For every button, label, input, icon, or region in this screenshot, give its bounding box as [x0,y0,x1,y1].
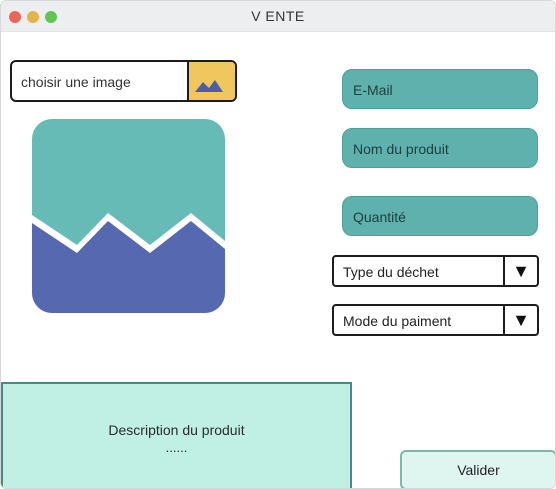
image-picker[interactable]: choisir une image [10,60,237,102]
quantity-field-label: Quantité [353,209,406,225]
product-description-field[interactable]: Description du produit ...... [1,382,352,488]
chevron-down-icon[interactable]: ▼ [503,257,537,285]
email-field-label: E-Mail [353,82,393,98]
waste-type-select[interactable]: Type du déchet ▼ [332,255,539,287]
window-title: V ENTE [251,8,305,24]
chevron-down-icon[interactable]: ▼ [503,306,537,334]
app-window: V ENTE choisir une image E-Mail Nom du p… [0,0,556,489]
image-preview-placeholder [32,119,225,313]
image-picker-label: choisir une image [21,74,131,90]
validate-button[interactable]: Valider [400,450,555,488]
description-label: Description du produit [108,422,245,438]
product-name-field-label: Nom du produit [353,141,449,157]
payment-mode-select[interactable]: Mode du paiment ▼ [332,304,539,336]
browse-image-button[interactable] [187,62,235,100]
email-field[interactable]: E-Mail [342,69,538,109]
product-name-field[interactable]: Nom du produit [342,128,538,168]
description-ellipsis: ...... [165,440,188,455]
waste-type-select-label: Type du déchet [343,264,439,280]
title-bar: V ENTE [1,1,555,32]
payment-mode-select-label: Mode du paiment [343,313,452,329]
quantity-field[interactable]: Quantité [342,196,538,236]
image-icon [195,80,223,92]
